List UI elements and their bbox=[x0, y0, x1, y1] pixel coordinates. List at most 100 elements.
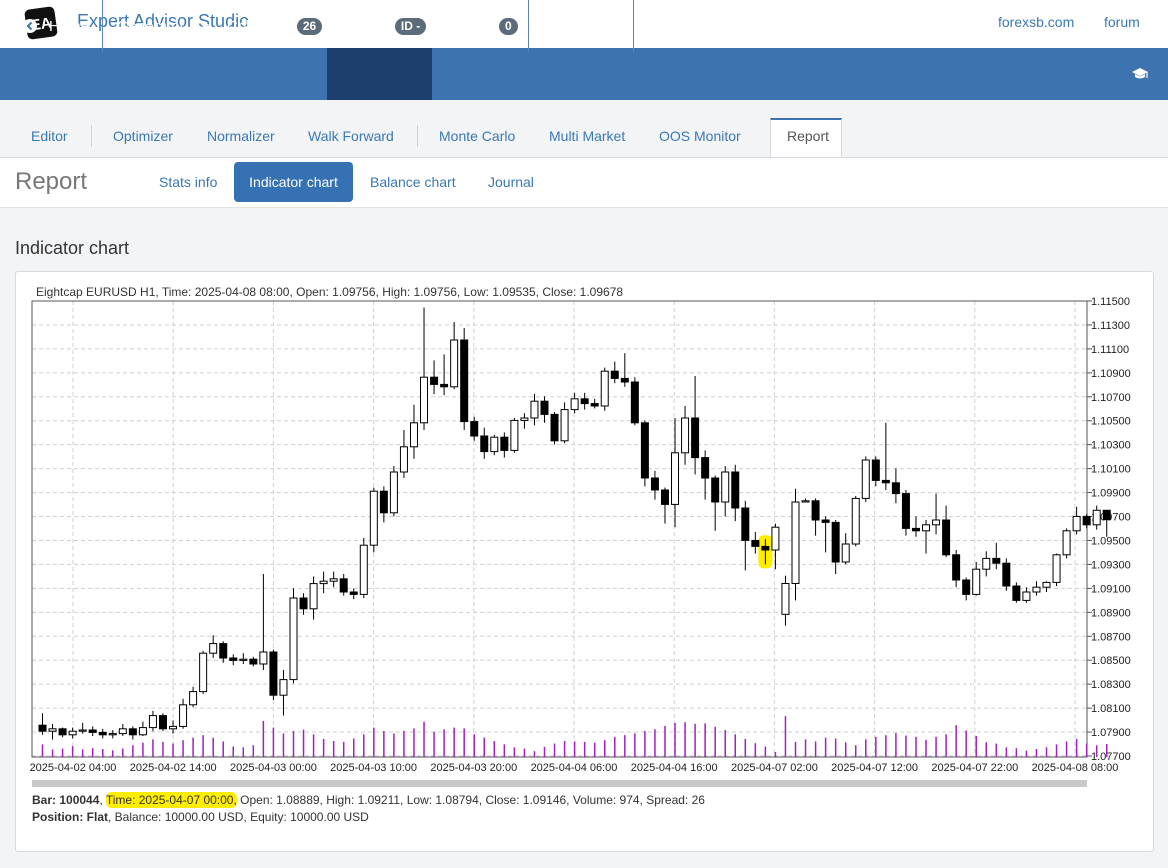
candle-body[interactable] bbox=[932, 519, 941, 526]
candle-body[interactable] bbox=[500, 436, 509, 451]
candle-body[interactable] bbox=[660, 489, 669, 505]
candle-body[interactable] bbox=[1092, 509, 1101, 526]
candle-body[interactable] bbox=[922, 524, 931, 532]
candle-body[interactable] bbox=[681, 417, 690, 454]
candle-body[interactable] bbox=[811, 500, 820, 521]
candle-body[interactable] bbox=[219, 643, 228, 659]
candle-body[interactable] bbox=[952, 554, 961, 581]
candle-body[interactable] bbox=[58, 728, 67, 736]
candle-body[interactable] bbox=[1052, 554, 1061, 583]
candle-body[interactable] bbox=[871, 459, 880, 481]
candle-body[interactable] bbox=[540, 400, 549, 415]
candle-body[interactable] bbox=[841, 543, 850, 563]
candle-body[interactable] bbox=[1002, 562, 1011, 587]
candle-body[interactable] bbox=[650, 477, 659, 491]
candle-body[interactable] bbox=[319, 580, 328, 585]
candle-body[interactable] bbox=[881, 479, 890, 484]
candle-body[interactable] bbox=[691, 417, 700, 459]
candle-body[interactable] bbox=[309, 583, 318, 610]
candle-body[interactable] bbox=[982, 557, 991, 570]
candle-body[interactable] bbox=[158, 715, 167, 730]
candle-body[interactable] bbox=[399, 446, 408, 473]
indicator-chart[interactable]: Eightcap EURUSD H1, Time: 2025-04-08 08:… bbox=[0, 0, 1168, 868]
candle-body[interactable] bbox=[1082, 515, 1091, 526]
candle-body[interactable] bbox=[851, 497, 860, 545]
candle-body[interactable] bbox=[761, 545, 770, 551]
candle-body[interactable] bbox=[741, 507, 750, 541]
candle-body[interactable] bbox=[1042, 581, 1051, 588]
candle-body[interactable] bbox=[550, 413, 559, 442]
candle-body[interactable] bbox=[118, 728, 127, 735]
candle-body[interactable] bbox=[580, 398, 589, 405]
candle-body[interactable] bbox=[289, 597, 298, 681]
candle-body[interactable] bbox=[630, 381, 639, 424]
candle-body[interactable] bbox=[1032, 586, 1041, 593]
candle-body[interactable] bbox=[1102, 509, 1111, 521]
chart-scrollbar[interactable] bbox=[32, 780, 1087, 787]
candle-body[interactable] bbox=[1022, 591, 1031, 601]
candle-body[interactable] bbox=[490, 436, 499, 453]
candle-body[interactable] bbox=[891, 482, 900, 495]
candle-body[interactable] bbox=[560, 409, 569, 442]
candle-body[interactable] bbox=[249, 658, 258, 665]
candle-body[interactable] bbox=[1062, 530, 1071, 556]
candle-body[interactable] bbox=[389, 471, 398, 514]
candle-body[interactable] bbox=[148, 715, 157, 729]
candle-body[interactable] bbox=[530, 400, 539, 419]
candle-body[interactable] bbox=[480, 435, 489, 453]
candle-body[interactable] bbox=[369, 490, 378, 546]
candle-body[interactable] bbox=[78, 729, 87, 732]
candle-body[interactable] bbox=[138, 727, 147, 736]
candle-body[interactable] bbox=[440, 383, 449, 388]
candle-body[interactable] bbox=[942, 519, 951, 556]
candle-body[interactable] bbox=[349, 591, 358, 595]
candle-body[interactable] bbox=[229, 657, 238, 661]
candle-body[interactable] bbox=[179, 704, 188, 727]
candle-body[interactable] bbox=[420, 376, 429, 424]
candle-body[interactable] bbox=[189, 691, 198, 706]
candle-body[interactable] bbox=[701, 457, 710, 479]
candle-body[interactable] bbox=[38, 724, 47, 732]
candle-body[interactable] bbox=[108, 733, 117, 736]
candle-body[interactable] bbox=[600, 370, 609, 407]
candle-body[interactable] bbox=[239, 658, 248, 661]
candle-body[interactable] bbox=[901, 493, 910, 529]
candle-body[interactable] bbox=[98, 731, 107, 736]
candle-body[interactable] bbox=[209, 643, 218, 654]
candle-body[interactable] bbox=[379, 490, 388, 514]
candle-body[interactable] bbox=[199, 652, 208, 693]
candle-body[interactable] bbox=[269, 651, 278, 696]
candle-body[interactable] bbox=[88, 729, 97, 733]
candle-body[interactable] bbox=[731, 471, 740, 509]
candle-body[interactable] bbox=[801, 500, 810, 503]
candle-body[interactable] bbox=[590, 403, 599, 407]
candle-body[interactable] bbox=[68, 730, 77, 736]
candle-body[interactable] bbox=[520, 417, 529, 421]
candle-body[interactable] bbox=[48, 728, 57, 732]
candle-body[interactable] bbox=[570, 398, 579, 411]
candle-body[interactable] bbox=[460, 339, 469, 423]
candle-body[interactable] bbox=[972, 568, 981, 595]
candle-body[interactable] bbox=[671, 452, 680, 505]
candle-body[interactable] bbox=[1072, 515, 1081, 532]
candle-body[interactable] bbox=[751, 539, 760, 547]
candle-body[interactable] bbox=[711, 477, 720, 503]
candle-body[interactable] bbox=[299, 597, 308, 610]
candle-body[interactable] bbox=[450, 339, 459, 388]
candle-body[interactable] bbox=[992, 557, 1001, 564]
candle-body[interactable] bbox=[821, 519, 830, 523]
candle-body[interactable] bbox=[911, 527, 920, 532]
candle-body[interactable] bbox=[409, 422, 418, 448]
candle-body[interactable] bbox=[640, 422, 649, 479]
candle-body[interactable] bbox=[470, 421, 479, 437]
candle-body[interactable] bbox=[962, 579, 971, 595]
candle-body[interactable] bbox=[721, 471, 730, 503]
candle-body[interactable] bbox=[510, 419, 519, 451]
candle-body[interactable] bbox=[1012, 585, 1021, 601]
candle-body[interactable] bbox=[259, 651, 268, 665]
candle-body[interactable] bbox=[861, 459, 870, 499]
candle-body[interactable] bbox=[339, 578, 348, 593]
candle-body[interactable] bbox=[831, 521, 840, 563]
candle-body[interactable] bbox=[791, 501, 800, 584]
candle-body[interactable] bbox=[279, 679, 288, 696]
